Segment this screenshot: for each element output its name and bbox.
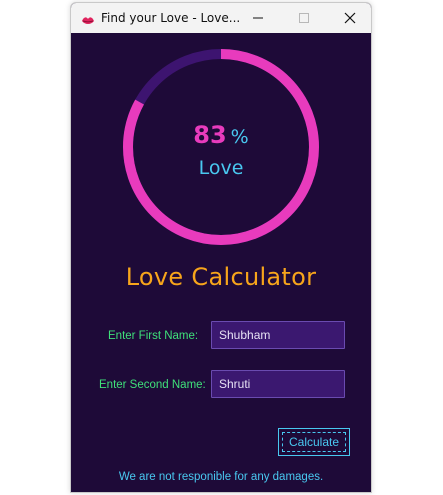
close-button[interactable] — [327, 3, 371, 33]
minimize-icon — [253, 17, 263, 19]
close-icon — [344, 12, 356, 24]
main-content: 83% Love Love Calculator Enter First Nam… — [71, 33, 371, 492]
app-window: Find your Love - Love... 83% Love Love C… — [70, 2, 372, 493]
minimize-button[interactable] — [235, 3, 281, 33]
maximize-icon — [299, 13, 309, 23]
disclaimer-text: We are not responible for any damages. — [118, 471, 324, 483]
title-bar[interactable]: Find your Love - Love... — [71, 3, 371, 33]
gauge-caption: Love — [198, 157, 244, 179]
maximize-button[interactable] — [281, 3, 327, 33]
lips-icon — [81, 12, 95, 24]
percent-sign: % — [230, 126, 249, 148]
calculate-button-label: Calculate — [288, 435, 340, 449]
page-title: Love Calculator — [125, 263, 317, 291]
calculate-button[interactable]: Calculate — [278, 428, 350, 456]
first-name-label: Enter First Name: — [108, 330, 199, 342]
first-name-input[interactable] — [211, 321, 345, 349]
percent-value: 83 — [193, 121, 227, 149]
second-name-label: Enter Second Name: — [99, 379, 206, 391]
percent-readout: 83% — [121, 121, 321, 149]
second-name-input[interactable] — [211, 370, 345, 398]
window-title: Find your Love - Love... — [101, 11, 241, 25]
